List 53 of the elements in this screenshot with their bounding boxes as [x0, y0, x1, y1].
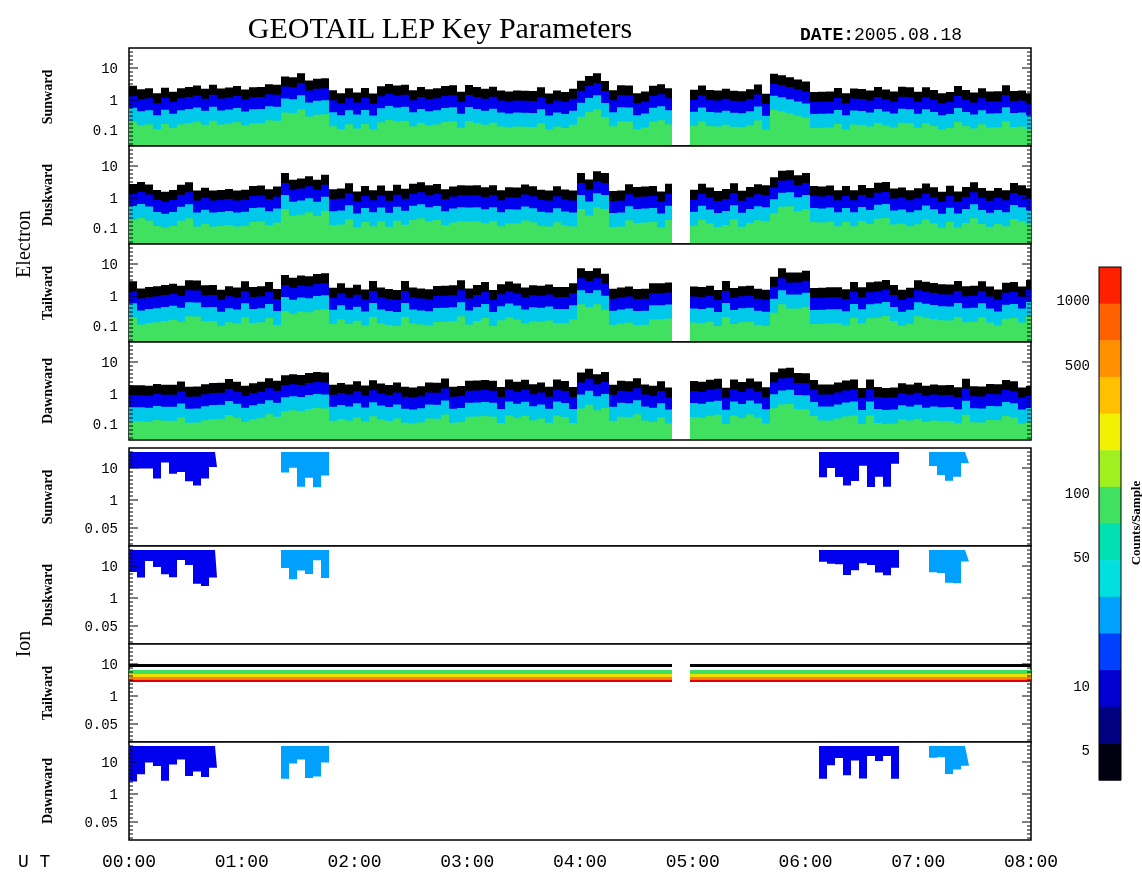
- colorbar-tick-label: 10: [1073, 679, 1090, 695]
- colorbar-tick-label: 5: [1081, 743, 1090, 759]
- plot-title: GEOTAIL LEP Key Parameters: [247, 11, 633, 44]
- time-tick-label: 05:00: [665, 852, 720, 872]
- time-tick-label: 06:00: [778, 852, 833, 872]
- colorbar-tick-label: 1000: [1056, 293, 1090, 309]
- axis-tick-label: 10: [101, 257, 118, 273]
- axis-tick-label: 1: [109, 493, 118, 509]
- axis-tick-label: 1: [109, 289, 118, 305]
- species-label: Electron: [12, 210, 34, 278]
- axis-tick-label: 1: [109, 93, 118, 109]
- axis-tick-label: 10: [101, 355, 118, 371]
- axis-tick-label: 1: [109, 191, 118, 207]
- axis-tick-label: 1: [109, 387, 118, 403]
- date-text: DATE:2005.08.18: [800, 25, 963, 45]
- time-tick-label: 00:00: [102, 852, 156, 872]
- axis-tick-label: 10: [101, 657, 118, 673]
- axis-tick-label: 0.05: [84, 717, 118, 733]
- axis-tick-label: 1: [109, 787, 118, 803]
- species-label: Ion: [12, 630, 34, 658]
- direction-label: Tailward: [40, 666, 55, 720]
- axis-tick-label: 10: [101, 159, 118, 175]
- colorbar-tick-label: 50: [1073, 550, 1090, 566]
- direction-label: Tailward: [40, 266, 55, 320]
- axis-tick-label: 0.1: [92, 417, 118, 433]
- axis-tick-label: 0.05: [84, 521, 118, 537]
- time-tick-label: 08:00: [1004, 852, 1058, 872]
- time-tick-label: 07:00: [891, 852, 946, 872]
- axis-tick-label: 10: [101, 755, 118, 771]
- time-tick-label: 03:00: [440, 852, 495, 872]
- direction-label: Sunward: [40, 469, 55, 525]
- time-tick-label: 01:00: [214, 852, 269, 872]
- colorbar-tick-label: 100: [1064, 486, 1090, 502]
- axis-tick-label: 0.1: [92, 123, 118, 139]
- colorbar-label: Counts/Sample: [1128, 480, 1142, 566]
- direction-label: Dawnward: [40, 757, 55, 825]
- time-tick-label: 04:00: [553, 852, 607, 872]
- direction-label: Dawnward: [40, 357, 55, 425]
- axis-tick-label: 0.05: [84, 619, 118, 635]
- axis-tick-label: 10: [101, 61, 118, 77]
- axis-tick-label: 1: [109, 591, 118, 607]
- direction-label: Sunward: [40, 69, 55, 125]
- direction-label: Duskward: [40, 563, 55, 627]
- axis-tick-label: 0.1: [92, 319, 118, 335]
- axis-tick-label: 10: [101, 461, 118, 477]
- axis-tick-label: 0.05: [84, 815, 118, 831]
- direction-label: Duskward: [40, 163, 55, 227]
- time-tick-label: 02:00: [327, 852, 382, 872]
- axis-tick-label: 10: [101, 559, 118, 575]
- axis-tick-label: 1: [109, 689, 118, 705]
- axis-tick-label: 0.1: [92, 221, 118, 237]
- colorbar-tick-label: 500: [1064, 358, 1090, 374]
- axis-label: U T: [18, 852, 51, 872]
